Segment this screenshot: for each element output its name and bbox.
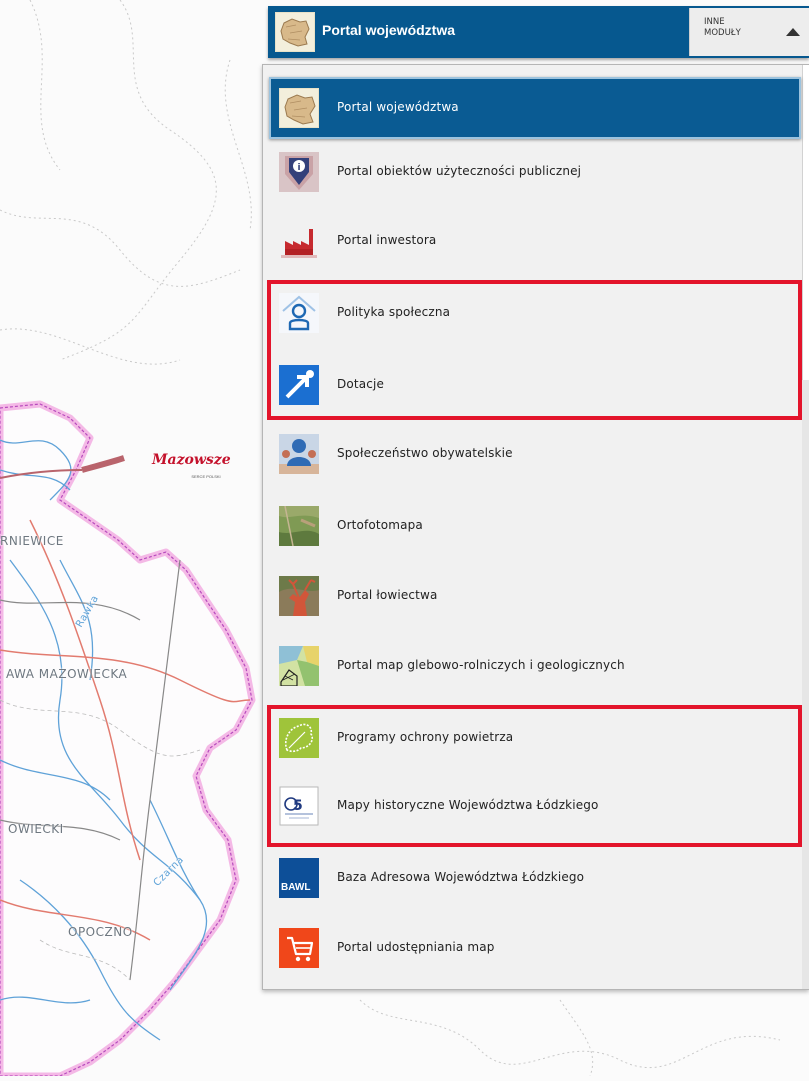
module-dropdown: Portal województwa i Portal obiektów uży… <box>262 64 809 990</box>
module-label: Portal łowiectwa <box>337 588 438 602</box>
module-label: Portal udostępniania map <box>337 940 495 954</box>
module-label: Portal obiektów użyteczności publicznej <box>337 164 582 178</box>
module-label: Baza Adresowa Województwa Łódzkiego <box>337 870 585 884</box>
bawl-logo-text: BAWL <box>281 882 311 893</box>
factory-icon <box>279 221 319 261</box>
mazowsze-logo: Mazowsze <box>152 452 231 468</box>
map-label-skierniewice: RNIEWICE <box>0 534 64 548</box>
highlight-box-air-historical <box>267 705 802 847</box>
module-item-portal-udostepniania-map[interactable]: Portal udostępniania map <box>269 917 801 979</box>
deer-icon <box>279 576 319 616</box>
module-item-ortofotomapa[interactable]: Ortofotomapa <box>269 495 801 557</box>
module-label: Portal inwestora <box>337 233 437 247</box>
soil-map-icon <box>279 646 319 686</box>
module-item-spoleczenstwo-obywatelskie[interactable]: Społeczeństwo obywatelskie <box>269 423 801 485</box>
svg-text:i: i <box>297 163 300 173</box>
module-label: Portal województwa <box>337 100 459 114</box>
module-label: Portal map glebowo-rolniczych i geologic… <box>337 658 625 672</box>
bawl-logo-icon: BAWL <box>279 858 319 898</box>
other-modules-label: INNE MODUŁY <box>704 17 741 38</box>
shopping-cart-icon <box>279 928 319 968</box>
module-header[interactable]: Portal województwa INNE MODUŁY <box>268 6 809 58</box>
module-item-obiekty-uzytecznosci[interactable]: i Portal obiektów użyteczności publiczne… <box>269 141 801 203</box>
module-label: Społeczeństwo obywatelskie <box>337 446 513 460</box>
other-modules-button[interactable]: INNE MODUŁY <box>689 8 809 56</box>
aerial-photo-icon <box>279 506 319 546</box>
module-item-baza-adresowa[interactable]: BAWL Baza Adresowa Województwa Łódzkiego <box>269 847 801 909</box>
current-module-title[interactable]: Portal województwa <box>322 22 455 38</box>
scrollbar-thumb[interactable] <box>802 65 809 380</box>
highlight-box-social-grants <box>267 280 802 420</box>
province-map-icon <box>275 12 315 52</box>
module-item-portal-lowiectwa[interactable]: Portal łowiectwa <box>269 565 801 627</box>
info-pin-icon: i <box>279 152 319 192</box>
map-label-tomaszowiecki: OWIECKI <box>8 822 64 836</box>
mazowsze-logo-subtext: SERCE POLSKI <box>191 474 221 479</box>
module-item-portal-inwestora[interactable]: Portal inwestora <box>269 210 801 272</box>
map-label-opoczno: OPOCZNO <box>68 925 133 939</box>
module-label: Ortofotomapa <box>337 518 423 532</box>
people-icon <box>279 434 319 474</box>
triangle-up-icon <box>786 28 800 36</box>
map-label-rawa-mazowiecka: AWA MAZOWIECKA <box>6 667 128 681</box>
module-item-mapy-glebowo-rolnicze[interactable]: Portal map glebowo-rolniczych i geologic… <box>269 635 801 697</box>
module-item-portal-wojewodztwa[interactable]: Portal województwa <box>269 77 801 139</box>
province-map-icon <box>279 88 319 128</box>
